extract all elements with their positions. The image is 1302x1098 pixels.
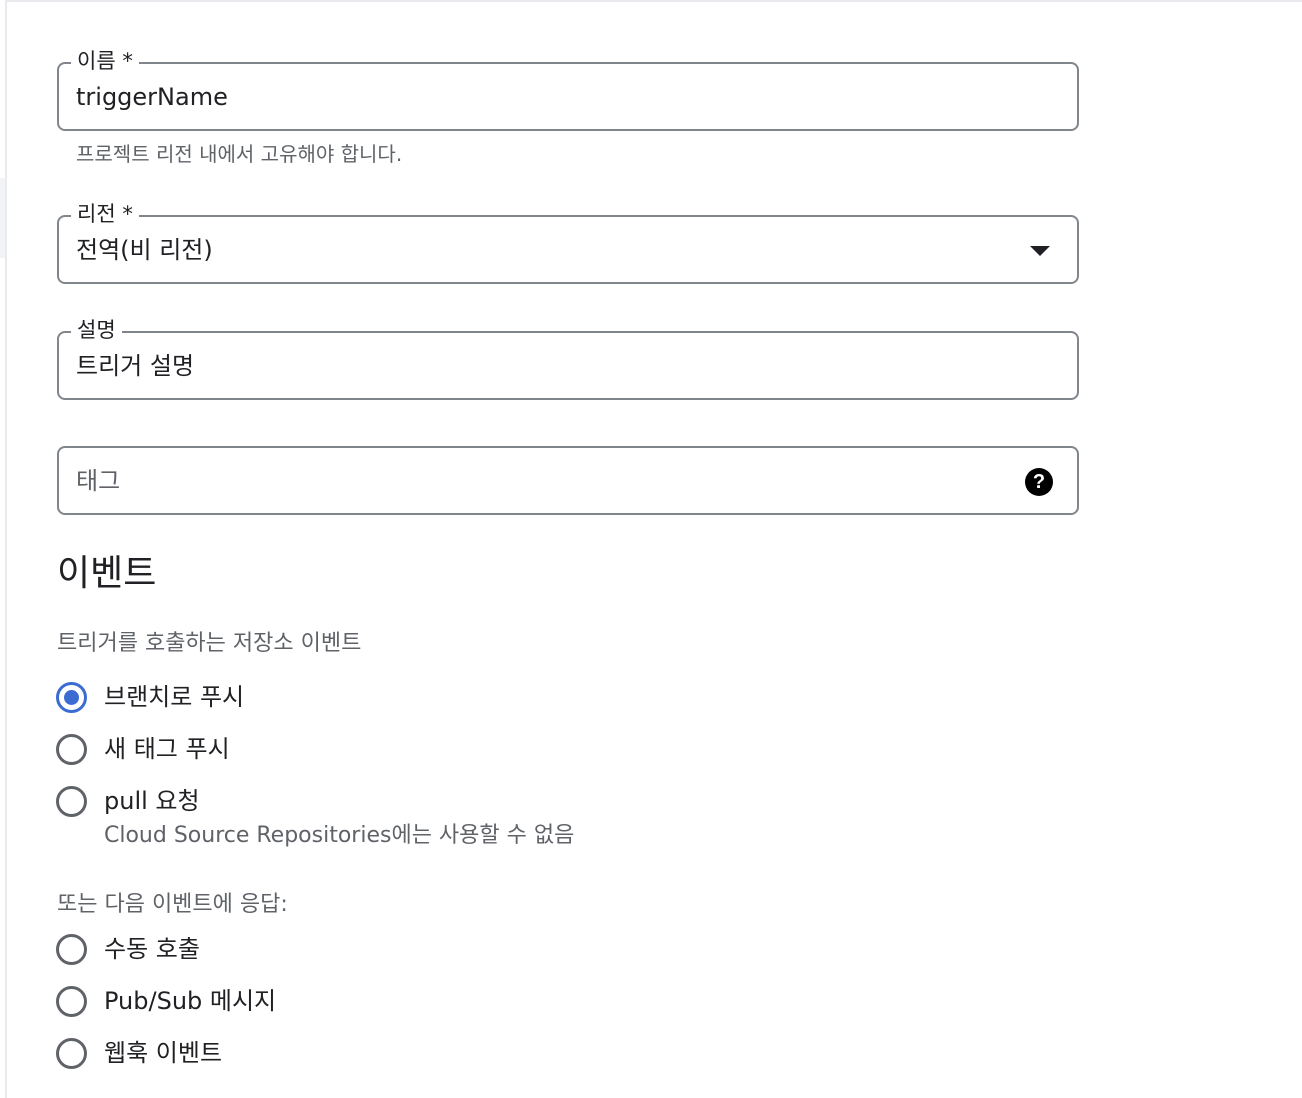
region-select[interactable]: 리전 * 전역(비 리전) bbox=[57, 201, 1079, 284]
name-field-label: 이름 * bbox=[71, 48, 139, 74]
radio-sublabel: Cloud Source Repositories에는 사용할 수 없음 bbox=[104, 823, 575, 848]
region-select-label: 리전 * bbox=[71, 201, 139, 227]
radio-button[interactable] bbox=[56, 786, 87, 817]
radio-label[interactable]: 웹훅 이벤트 bbox=[104, 1037, 222, 1069]
radio-button[interactable] bbox=[56, 1038, 87, 1069]
radio-label[interactable]: pull 요청 bbox=[104, 785, 200, 817]
radio-button[interactable] bbox=[56, 986, 87, 1017]
radio-label[interactable]: 새 태그 푸시 bbox=[104, 733, 230, 765]
events-subtitle: 트리거를 호출하는 저장소 이벤트 bbox=[57, 631, 362, 656]
region-select-value[interactable]: 전역(비 리전) bbox=[76, 235, 213, 265]
radio-button[interactable] bbox=[56, 934, 87, 965]
tags-field[interactable]: 태그 ? bbox=[57, 446, 1079, 515]
left-divider bbox=[0, 0, 7, 1098]
help-icon[interactable]: ? bbox=[1025, 468, 1053, 496]
trigger-form-page: 이름 * triggerName 프로젝트 리전 내에서 고유해야 합니다. 리… bbox=[0, 0, 1302, 1098]
radio-label[interactable]: 수동 호출 bbox=[104, 933, 200, 965]
radio-label[interactable]: 브랜치로 푸시 bbox=[104, 681, 244, 713]
name-field-hint: 프로젝트 리전 내에서 고유해야 합니다. bbox=[76, 142, 403, 166]
description-field-label: 설명 bbox=[71, 317, 122, 343]
description-field[interactable]: 설명 트리거 설명 bbox=[57, 317, 1079, 400]
radio-button[interactable] bbox=[56, 734, 87, 765]
events-section-title: 이벤트 bbox=[57, 553, 157, 594]
left-panel-edge bbox=[0, 178, 5, 258]
tags-field-placeholder[interactable]: 태그 bbox=[76, 466, 120, 496]
dropdown-arrow-icon[interactable] bbox=[1030, 246, 1050, 256]
description-field-value[interactable]: 트리거 설명 bbox=[76, 351, 194, 381]
radio-button-checked[interactable] bbox=[56, 682, 87, 713]
top-divider bbox=[0, 0, 1302, 2]
name-field-value[interactable]: triggerName bbox=[76, 82, 228, 112]
name-field[interactable]: 이름 * triggerName bbox=[57, 48, 1079, 131]
other-events-subtitle: 또는 다음 이벤트에 응답: bbox=[57, 892, 288, 917]
radio-label[interactable]: Pub/Sub 메시지 bbox=[104, 985, 276, 1017]
